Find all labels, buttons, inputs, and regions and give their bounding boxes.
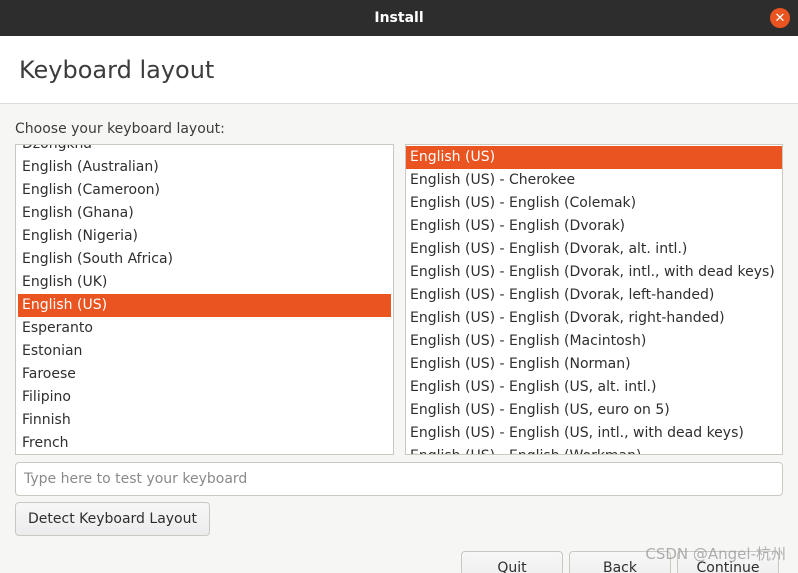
variant-list-item[interactable]: English (US) - English (Macintosh) bbox=[406, 330, 782, 353]
layout-list-item[interactable]: English (US) bbox=[18, 294, 391, 317]
detect-keyboard-layout-button[interactable]: Detect Keyboard Layout bbox=[15, 502, 210, 536]
layout-prompt-label: Choose your keyboard layout: bbox=[15, 121, 225, 137]
layout-list-item[interactable]: French bbox=[18, 432, 391, 454]
variant-list-item[interactable]: English (US) - English (Colemak) bbox=[406, 192, 782, 215]
variant-list[interactable]: English (US) English (US) - Cherokee Engli… bbox=[405, 144, 783, 455]
variant-list-item[interactable]: English (US) - English (Dvorak, alt. int… bbox=[406, 238, 782, 261]
layout-list[interactable]: Dzongkha English (Australian) English (Cam… bbox=[15, 144, 394, 455]
variant-list-item[interactable]: English (US) - English (Workman) bbox=[406, 445, 782, 454]
page-title: Keyboard layout bbox=[19, 56, 215, 84]
layout-list-item[interactable]: English (Australian) bbox=[18, 156, 391, 179]
layout-list-item[interactable]: Esperanto bbox=[18, 317, 391, 340]
variant-list-item[interactable]: English (US) - Cherokee bbox=[406, 169, 782, 192]
layout-list-items: Dzongkha English (Australian) English (Cam… bbox=[16, 145, 393, 454]
keyboard-test-input[interactable] bbox=[15, 462, 783, 496]
layout-list-item[interactable]: English (Cameroon) bbox=[18, 179, 391, 202]
window-title: Install bbox=[374, 10, 424, 26]
layout-list-item[interactable]: English (UK) bbox=[18, 271, 391, 294]
window-titlebar: Install ✕ bbox=[0, 0, 798, 36]
quit-button[interactable]: Quit bbox=[461, 551, 563, 573]
layout-list-item[interactable]: Finnish bbox=[18, 409, 391, 432]
variant-list-item[interactable]: English (US) - English (Dvorak, left-han… bbox=[406, 284, 782, 307]
page-header: Keyboard layout bbox=[0, 36, 798, 104]
variant-list-item[interactable]: English (US) - English (US, intl., with … bbox=[406, 422, 782, 445]
variant-list-item[interactable]: English (US) bbox=[406, 146, 782, 169]
layout-list-item[interactable]: English (Ghana) bbox=[18, 202, 391, 225]
layout-list-item[interactable]: English (South Africa) bbox=[18, 248, 391, 271]
variant-list-item[interactable]: English (US) - English (Dvorak, right-ha… bbox=[406, 307, 782, 330]
layout-list-item[interactable]: English (Nigeria) bbox=[18, 225, 391, 248]
variant-list-item[interactable]: English (US) - English (Dvorak) bbox=[406, 215, 782, 238]
watermark: CSDN @Angel-杭州 bbox=[645, 545, 786, 563]
variant-list-item[interactable]: English (US) - English (US, euro on 5) bbox=[406, 399, 782, 422]
variant-list-items: English (US) English (US) - Cherokee Engli… bbox=[406, 146, 782, 454]
variant-list-item[interactable]: English (US) - English (Dvorak, intl., w… bbox=[406, 261, 782, 284]
layout-list-item[interactable]: Dzongkha bbox=[18, 145, 391, 156]
layout-list-item[interactable]: Filipino bbox=[18, 386, 391, 409]
variant-list-item[interactable]: English (US) - English (US, alt. intl.) bbox=[406, 376, 782, 399]
layout-list-item[interactable]: Estonian bbox=[18, 340, 391, 363]
close-icon[interactable]: ✕ bbox=[770, 8, 790, 28]
layout-list-item[interactable]: Faroese bbox=[18, 363, 391, 386]
variant-list-item[interactable]: English (US) - English (Norman) bbox=[406, 353, 782, 376]
